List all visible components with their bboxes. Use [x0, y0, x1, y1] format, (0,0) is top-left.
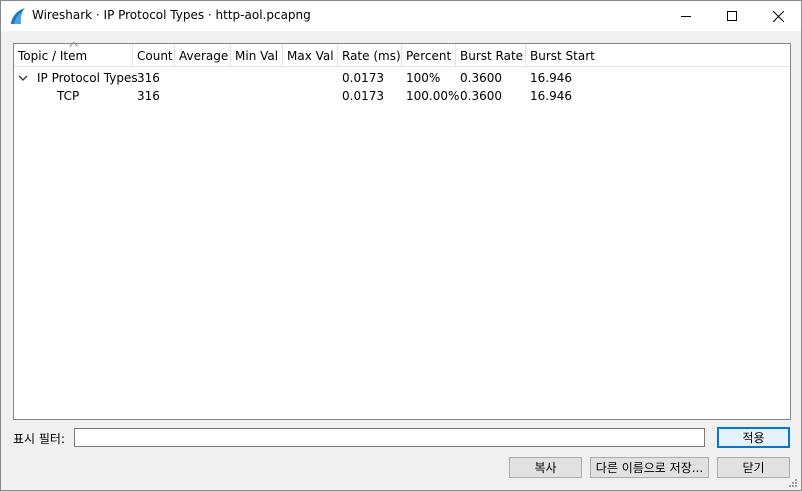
column-header-label: Burst Rate [460, 49, 524, 63]
close-button[interactable]: 닫기 [717, 457, 790, 478]
column-header-row: Topic / Item Count Average Min Val Max V… [14, 42, 790, 67]
row-count: 316 [137, 89, 160, 103]
expanded-chevron-icon[interactable] [18, 73, 28, 83]
maximize-button[interactable] [709, 1, 755, 31]
column-header-label: Burst Start [530, 49, 595, 63]
stats-dialog-window: Wireshark · IP Protocol Types · http-aol… [0, 0, 802, 491]
column-header-average[interactable]: Average [175, 44, 231, 66]
minimize-icon [681, 16, 691, 17]
row-count: 316 [137, 71, 160, 85]
apply-button[interactable]: 적용 [717, 427, 790, 448]
column-header-burst-rate[interactable]: Burst Rate [456, 44, 526, 66]
column-header-label: Percent [406, 49, 452, 63]
sort-caret-icon [69, 42, 78, 47]
column-header-label: Rate (ms) [342, 49, 401, 63]
minimize-button[interactable] [663, 1, 709, 31]
wireshark-fin-icon [11, 8, 25, 24]
row-percent: 100.00% [406, 89, 460, 103]
window-title: Wireshark · IP Protocol Types · http-aol… [32, 8, 311, 22]
row-percent: 100% [406, 71, 441, 85]
row-topic: TCP [57, 89, 80, 103]
row-topic: IP Protocol Types [37, 71, 138, 85]
title-bar[interactable]: Wireshark · IP Protocol Types · http-aol… [1, 1, 801, 31]
column-header-label: Topic / Item [18, 49, 88, 63]
column-header-topic[interactable]: Topic / Item [14, 42, 133, 66]
row-average [175, 69, 179, 87]
row-max-val [283, 69, 287, 87]
row-min-val [231, 69, 235, 87]
maximize-icon [727, 11, 737, 21]
row-rate: 0.0173 [342, 71, 384, 85]
column-header-max-val[interactable]: Max Val [283, 44, 338, 66]
save-as-button[interactable]: 다른 이름으로 저장... [590, 457, 709, 478]
row-burst-start: 16.946 [530, 89, 572, 103]
statistics-tree[interactable]: Topic / Item Count Average Min Val Max V… [13, 42, 791, 420]
row-burst-rate: 0.3600 [460, 71, 502, 85]
column-header-count[interactable]: Count [133, 44, 175, 66]
column-header-label: Min Val [235, 49, 279, 63]
display-filter-input[interactable] [74, 428, 705, 447]
column-header-label: Max Val [287, 49, 334, 63]
close-icon [772, 10, 784, 22]
tree-row[interactable]: IP Protocol Types 316 0.0173 100% 0.3600… [14, 69, 790, 87]
row-average [175, 87, 179, 105]
tree-row[interactable]: TCP 316 0.0173 100.00% 0.3600 16.946 [14, 87, 790, 105]
column-header-min-val[interactable]: Min Val [231, 44, 283, 66]
resize-grip-icon[interactable] [787, 477, 798, 488]
row-burst-start: 16.946 [530, 71, 572, 85]
close-window-button[interactable] [755, 1, 801, 31]
column-header-label: Average [179, 49, 229, 63]
column-header-label: Count [137, 49, 173, 63]
display-filter-label: 표시 필터: [13, 432, 66, 446]
column-header-burst-start[interactable]: Burst Start [526, 44, 790, 66]
row-rate: 0.0173 [342, 89, 384, 103]
column-header-rate[interactable]: Rate (ms) [338, 44, 402, 66]
row-max-val [283, 87, 287, 105]
row-burst-rate: 0.3600 [460, 89, 502, 103]
row-min-val [231, 87, 235, 105]
copy-button[interactable]: 복사 [509, 457, 582, 478]
column-header-percent[interactable]: Percent [402, 44, 456, 66]
